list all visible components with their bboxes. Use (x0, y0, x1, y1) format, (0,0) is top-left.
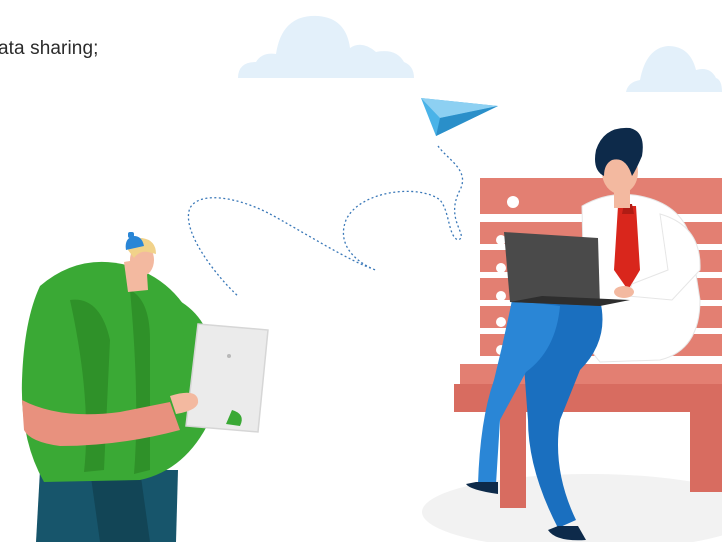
flight-trail (187, 145, 463, 297)
cloud-icon (238, 15, 414, 78)
tablet-icon (185, 323, 269, 433)
standing-man (21, 232, 269, 542)
cloud-icon (626, 46, 722, 92)
paper-plane-icon (421, 98, 498, 136)
illustration (21, 15, 722, 542)
